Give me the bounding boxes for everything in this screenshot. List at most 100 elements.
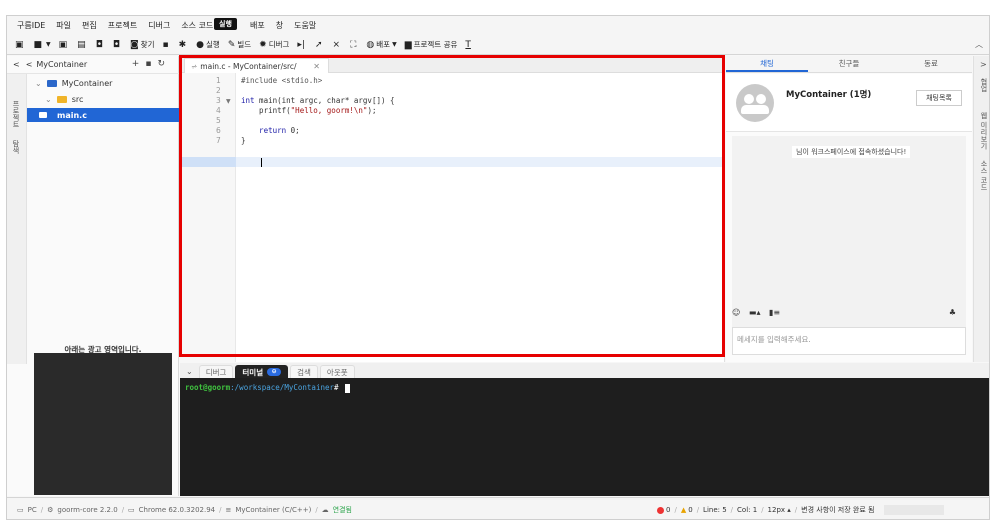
menu-window[interactable]: 창 — [276, 20, 283, 31]
chevron-left-icon[interactable]: < — [13, 60, 20, 69]
run-tooltip: 실행 — [214, 18, 237, 30]
text-icon: T — [465, 39, 471, 50]
chevron-up-icon[interactable]: ︿ — [975, 39, 983, 50]
menu-project[interactable]: 프로젝트 — [108, 20, 137, 31]
project-controls: +▪↻ — [132, 59, 171, 69]
font-size-select[interactable]: 12px ▴ — [768, 506, 791, 514]
bottom-tabbar: ⌄ 디버그 터미널 ⊖ 검색 아웃풋 — [180, 363, 989, 378]
step-icon: ➚ — [314, 39, 323, 50]
code-text: main(int argc, char* argv[]) { — [254, 96, 395, 105]
chevron-down-icon: ▼ — [392, 41, 397, 48]
menu-help[interactable]: 도움말 — [294, 20, 316, 31]
expand-button[interactable]: ⛶ — [350, 40, 358, 50]
add-terminal-icon[interactable]: ⊖ — [267, 368, 282, 376]
debug-button[interactable]: ✹ 디버그 — [259, 39, 289, 50]
new-file-button[interactable]: ■ ▼ — [34, 40, 51, 50]
tab-friends[interactable]: 친구들 — [808, 56, 890, 72]
tab-source-code[interactable]: 소스 코드 — [979, 160, 989, 190]
collapse-icon: ⨯ — [332, 39, 341, 50]
document2-button[interactable]: ◘ — [113, 40, 122, 50]
tree-folder-src[interactable]: ⌄ src — [45, 92, 83, 106]
tab-explore[interactable]: 탐색 — [11, 140, 21, 154]
tab-search-label: 검색 — [297, 367, 311, 377]
group-avatar — [736, 84, 774, 122]
editor-tab-main[interactable]: ⩫ main.c - MyContainer/src/ ✕ — [184, 58, 329, 73]
document-button[interactable]: ◘ — [96, 40, 105, 50]
tab-chat[interactable]: 채팅 — [726, 56, 808, 72]
close-icon[interactable]: ✕ — [313, 62, 320, 71]
tab-project[interactable]: 프로젝트 — [11, 100, 21, 128]
chat-list-button[interactable]: 채팅목록 — [916, 90, 962, 106]
share-icon: ⩫ — [191, 61, 198, 71]
save-all-icon: ▤ — [77, 39, 86, 50]
tab-collab[interactable]: 협업 — [979, 78, 989, 92]
terminal-button[interactable]: ▪ — [162, 40, 170, 50]
status-errors[interactable]: 0 — [666, 506, 670, 514]
chat-room-header: MyContainer (1명) 채팅목록 — [726, 74, 972, 132]
menu-file[interactable]: 파일 — [56, 20, 71, 31]
menu-goormide[interactable]: 구름IDE — [17, 20, 45, 31]
tab-colleagues[interactable]: 동료 — [890, 56, 972, 72]
tab-debug-label: 디버그 — [205, 367, 227, 377]
new-project-button[interactable]: ▣ — [15, 40, 26, 50]
collapse-button[interactable]: ⨯ — [333, 40, 343, 50]
run-icon: ● — [196, 39, 204, 50]
play-pause-icon: ▸| — [297, 39, 305, 50]
tab-terminal[interactable]: 터미널 ⊖ — [235, 365, 289, 378]
menu-deploy[interactable]: 배포 — [250, 20, 265, 31]
menu-edit[interactable]: 편집 — [82, 20, 97, 31]
chevron-down-icon[interactable]: ⌄ — [186, 367, 193, 376]
ad-area[interactable] — [34, 353, 172, 495]
code-keyword: return — [241, 126, 287, 135]
status-container: MyContainer (C/C++) — [235, 505, 312, 514]
tab-search[interactable]: 검색 — [290, 365, 318, 378]
status-warnings[interactable]: 0 — [688, 506, 692, 514]
tree-file-main[interactable]: main.c — [27, 108, 179, 122]
project-header: < < MyContainer +▪↻ — [7, 56, 179, 74]
project-folder-icon — [46, 79, 57, 87]
code-editor[interactable]: ⩫ main.c - MyContainer/src/ ✕ 1 2 3 ▼ 4 … — [180, 56, 725, 362]
run-button[interactable]: ● 실행 — [196, 39, 220, 50]
emoji-icon[interactable]: ☺ — [732, 308, 740, 317]
keyboard-icon[interactable]: ▬▴ — [749, 308, 761, 317]
settings-button[interactable]: ✱ — [179, 40, 189, 50]
status-save: 변경 사항이 저장 완료 됨 — [801, 506, 875, 514]
wrench-icon: ✎ — [227, 39, 236, 50]
deploy-button[interactable]: ◍ 배포 ▼ — [366, 39, 396, 50]
share-button[interactable]: ▆ 프로젝트 공유 — [405, 39, 458, 50]
find-button[interactable]: ◙ 찾기 — [130, 39, 155, 50]
bell-icon[interactable]: ♣ — [949, 308, 956, 317]
save-all-button[interactable]: ▤ — [77, 40, 88, 50]
menu-source[interactable]: 소스 코드 — [181, 20, 213, 31]
folder-settings-icon[interactable]: ▪ — [145, 59, 157, 69]
chat-messages: 님이 워크스페이스에 접속하셨습니다! — [732, 136, 966, 336]
build-button[interactable]: ✎ 빌드 — [228, 39, 251, 50]
menu-debug[interactable]: 디버그 — [148, 20, 170, 31]
chat-room-title: MyContainer (1명) — [786, 90, 872, 100]
status-field — [884, 505, 945, 515]
tab-output[interactable]: 아웃풋 — [319, 365, 355, 378]
find-icon: ◙ — [129, 39, 139, 50]
terminal-prompt-line: root@goorm:/workspace/MyContainer# — [185, 383, 351, 393]
project-title: MyContainer — [36, 60, 88, 69]
bug-icon: ✹ — [259, 39, 267, 50]
status-browser: Chrome 62.0.3202.94 — [138, 505, 216, 514]
continue-button[interactable]: ▸| — [297, 40, 307, 50]
add-icon[interactable]: + — [132, 59, 146, 69]
build-label: 빌드 — [237, 40, 252, 49]
tab-debug[interactable]: 디버그 — [198, 365, 234, 378]
refresh-icon[interactable]: ↻ — [157, 59, 171, 69]
terminal[interactable]: root@goorm:/workspace/MyContainer# — [180, 378, 989, 496]
attach-icon[interactable]: ▮≡ — [769, 308, 780, 317]
save-button[interactable]: ▣ — [59, 40, 70, 50]
chat-message-input[interactable]: 메세지를 입력해주세요. — [732, 327, 966, 355]
project-panel: < < MyContainer +▪↻ 프로젝트 탐색 ⌄ MyContaine… — [7, 56, 179, 496]
step-over-button[interactable]: ➚ — [315, 40, 325, 50]
warning-icon: ▲ — [680, 506, 687, 514]
terminal-user: root@goorm — [185, 383, 231, 392]
tab-web-preview[interactable]: 웹 미리보기 — [979, 112, 989, 149]
tree-root[interactable]: ⌄ MyContainer — [35, 76, 112, 90]
gear-icon: ⚙ — [47, 505, 54, 514]
chevron-right-icon[interactable]: > — [980, 60, 987, 69]
text-tool-button[interactable]: T — [465, 40, 473, 50]
